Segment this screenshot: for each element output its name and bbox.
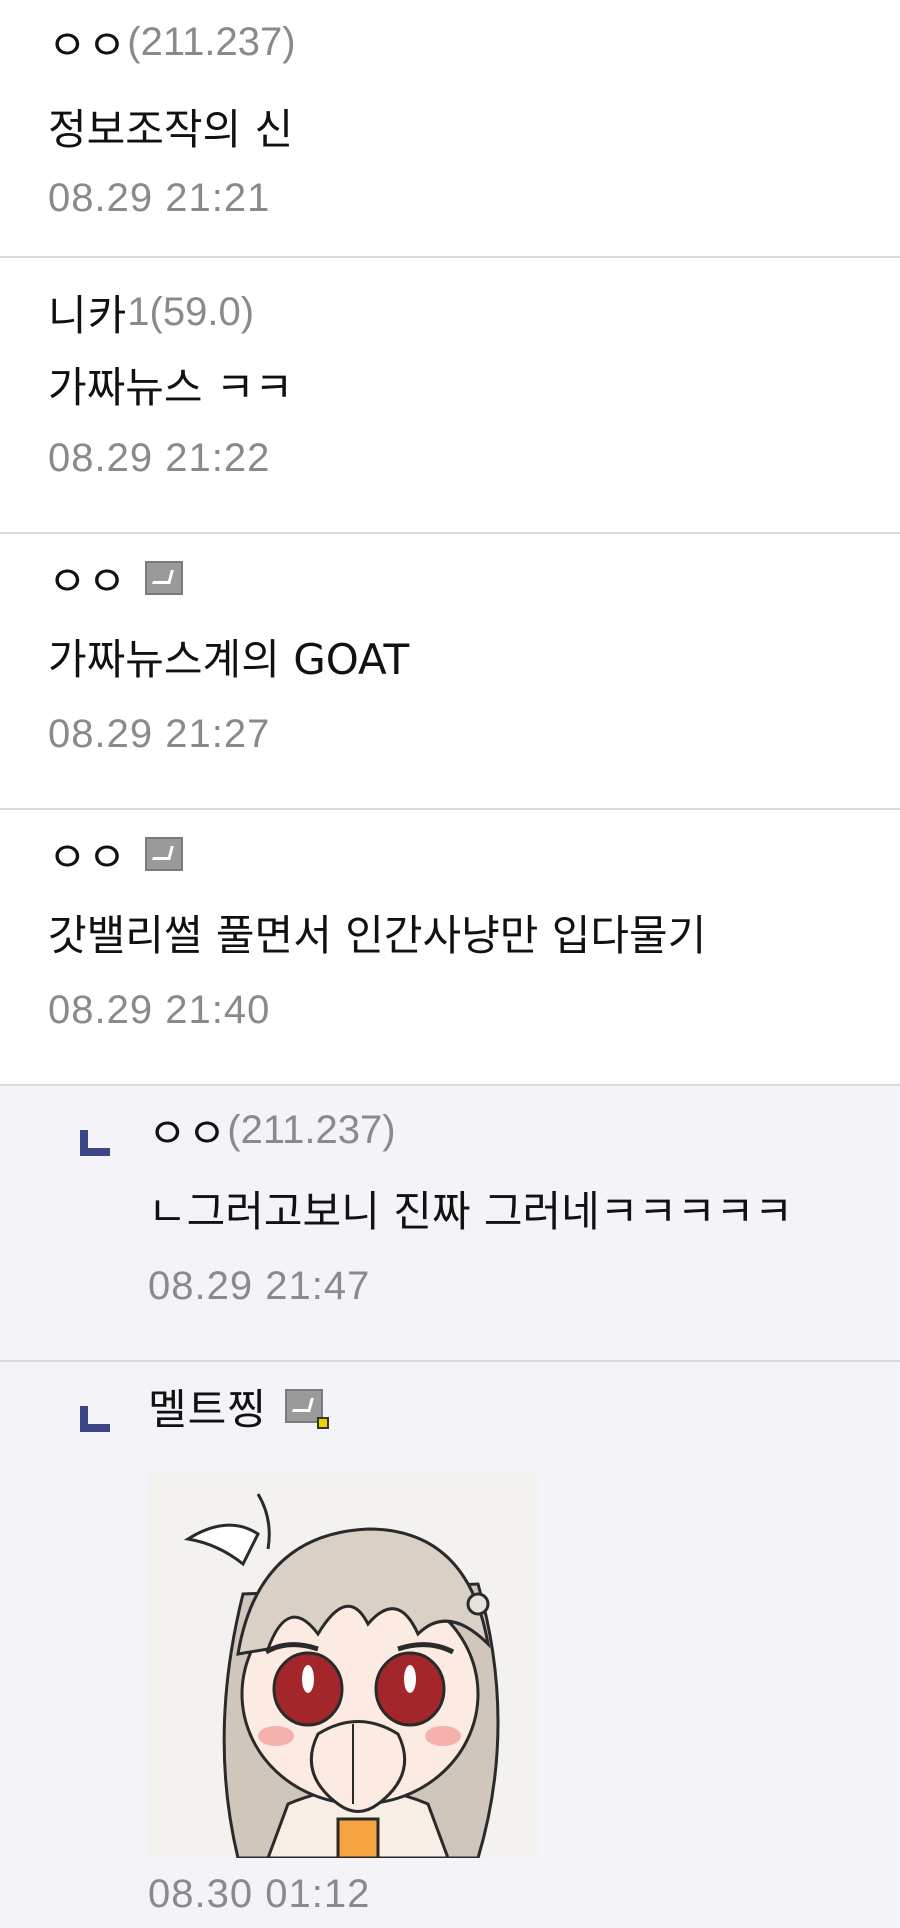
reply-arrow-icon [80, 1130, 110, 1156]
author-ip: (211.237) [127, 19, 296, 64]
author-nickname[interactable]: 멜트찡 [148, 1376, 267, 1437]
reply-item: ㅇㅇ (211.237) ㄴ그러고보니 진짜 그러네ㅋㅋㅋㅋㅋ 08.29 21… [0, 1086, 900, 1362]
comment-item: 니카 1(59.0) 가짜뉴스 ㅋㅋ 08.29 21:22 [0, 258, 900, 534]
comment-author[interactable]: ㅇㅇ (211.237) [148, 1100, 396, 1160]
comment-time: 08.29 21:22 [48, 436, 271, 480]
sub-badge-dot [316, 1417, 329, 1429]
comment-author[interactable]: ㅇㅇ [48, 824, 184, 885]
comment-text: 가짜뉴스 ㅋㅋ [48, 363, 294, 412]
comment-text: 갓밸리썰 풀면서 인간사냥만 입다물기 [48, 911, 707, 960]
reply-arrow-icon [80, 1406, 110, 1432]
fixed-nick-badge-icon [145, 837, 184, 871]
author-nickname[interactable]: 니카 [48, 282, 127, 343]
sticker-image [148, 1474, 538, 1858]
comment-text: 가짜뉴스계의 GOAT [48, 635, 410, 684]
comment-time: 08.29 21:47 [148, 1264, 371, 1308]
comment-text: 정보조작의 신 [48, 105, 294, 154]
author-ip: (211.237) [227, 1107, 396, 1152]
comment-item: ㅇㅇ 갓밸리썰 풀면서 인간사냥만 입다물기 08.29 21:40 [0, 810, 900, 1086]
comment-time: 08.29 21:40 [48, 988, 271, 1032]
author-nickname[interactable]: ㅇㅇ [148, 1100, 227, 1161]
comment-text: ㄴ그러고보니 진짜 그러네ㅋㅋㅋㅋㅋ [148, 1187, 793, 1236]
comment-time: 08.30 01:12 [148, 1872, 371, 1916]
comment-author[interactable]: ㅇㅇ (211.237) [48, 12, 296, 72]
sub-manager-badge-icon [284, 1389, 329, 1429]
comment-time: 08.29 21:21 [48, 176, 271, 220]
anime-girl-sticker[interactable] [148, 1474, 538, 1858]
comment-author[interactable]: 니카 1(59.0) [48, 282, 254, 342]
reply-item: 멜트찡 08.30 01:12 [0, 1362, 900, 1928]
comment-author[interactable]: ㅇㅇ [48, 548, 184, 609]
comment-time: 08.29 21:27 [48, 712, 271, 756]
comment-item: ㅇㅇ (211.237) 정보조작의 신 08.29 21:21 [0, 0, 900, 258]
fixed-nick-badge-icon [145, 561, 184, 595]
comment-author[interactable]: 멜트찡 [148, 1376, 329, 1437]
author-ip: 1(59.0) [127, 289, 255, 334]
author-nickname[interactable]: ㅇㅇ [48, 12, 127, 73]
author-nickname[interactable]: ㅇㅇ [48, 548, 127, 609]
comment-item: ㅇㅇ 가짜뉴스계의 GOAT 08.29 21:27 [0, 534, 900, 810]
comment-list: ㅇㅇ (211.237) 정보조작의 신 08.29 21:21 니카 1(59… [0, 0, 900, 1928]
author-nickname[interactable]: ㅇㅇ [48, 824, 127, 885]
